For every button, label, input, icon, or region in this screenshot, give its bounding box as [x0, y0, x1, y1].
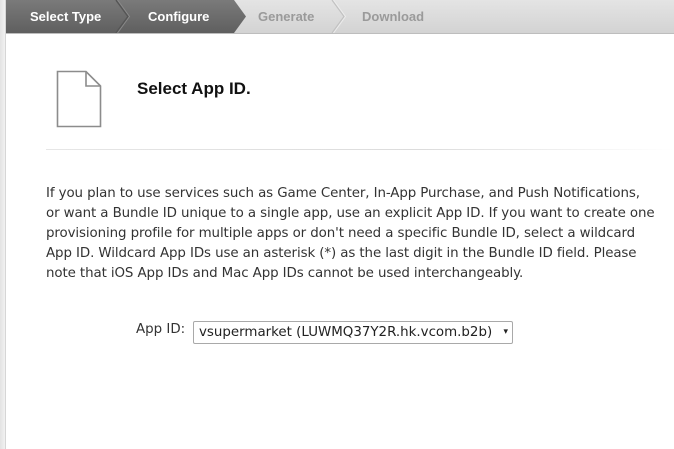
- app-id-selected-value: vsupermarket (LUWMQ37Y2R.hk.vcom.b2b): [199, 325, 493, 340]
- description-line: provisioning profile for multiple apps o…: [46, 226, 636, 241]
- description-line: or want a Bundle ID unique to a single a…: [46, 206, 655, 221]
- app-id-select[interactable]: vsupermarket (LUWMQ37Y2R.hk.vcom.b2b) ▾: [193, 321, 513, 344]
- description-text: If you plan to use services such as Game…: [46, 184, 670, 284]
- left-border: [0, 0, 6, 449]
- step-configure: Configure: [148, 9, 210, 24]
- step-select-type: Select Type: [30, 9, 102, 24]
- step-generate: Generate: [258, 9, 315, 24]
- app-id-label: App ID:: [136, 322, 186, 337]
- page-title: Select App ID.: [137, 79, 251, 98]
- description-line: note that iOS App IDs and Mac App IDs ca…: [46, 266, 524, 281]
- header-divider: [46, 149, 674, 150]
- step-progress-bar: Select Type Configure Generate Download: [6, 0, 674, 34]
- chevron-down-icon: ▾: [503, 327, 508, 337]
- app-window: Select Type Configure Generate Download …: [0, 0, 674, 449]
- document-icon: [56, 70, 102, 128]
- step-download: Download: [362, 9, 425, 24]
- description-line: App ID. Wildcard App IDs use an asterisk…: [46, 246, 637, 261]
- description-line: If you plan to use services such as Game…: [46, 186, 640, 201]
